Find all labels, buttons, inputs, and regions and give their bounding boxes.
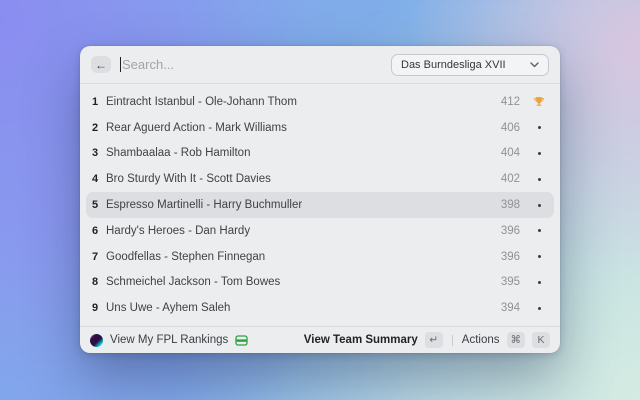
row-title: Shambaalaa - Rob Hamilton [106,147,501,159]
text-caret [120,57,121,72]
rankings-list: 1Eintracht Istanbul - Ole-Johann Thom412… [80,84,560,326]
search-input[interactable]: Search... [122,57,391,72]
row-rank: 5 [92,199,106,211]
row-points: 394 [501,302,520,314]
chevron-down-icon [530,62,539,68]
ranking-row[interactable]: 5Espresso Martinelli - Harry Buchmuller3… [86,192,554,218]
command-label: View My FPL Rankings [110,334,228,346]
row-points: 396 [501,251,520,263]
ranking-row[interactable]: 2Rear Aguerd Action - Mark Williams406 [86,115,554,141]
rankings-card-icon [235,335,248,346]
command-key-icon[interactable]: ⌘ [507,332,526,348]
back-button[interactable]: ← [91,56,111,73]
fpl-app-icon [90,334,103,347]
dot-icon [532,281,546,284]
footer-separator [452,335,453,346]
dot-icon [532,255,546,258]
ranking-row[interactable]: 8Schmeichel Jackson - Tom Bowes395 [86,269,554,295]
row-rank: 6 [92,225,106,237]
row-title: Bro Sturdy With It - Scott Davies [106,173,501,185]
ranking-row[interactable]: 9Uns Uwe - Ayhem Saleh394 [86,295,554,321]
actions-label[interactable]: Actions [462,334,500,346]
dot-icon [532,229,546,232]
back-arrow-icon: ← [95,59,107,71]
ranking-row[interactable]: 6Hardy's Heroes - Dan Hardy396 [86,218,554,244]
return-key-icon[interactable]: ↵ [425,332,443,348]
dot-icon [532,307,546,310]
row-title: Eintracht Istanbul - Ole-Johann Thom [106,96,501,108]
row-rank: 7 [92,251,106,263]
primary-action-label[interactable]: View Team Summary [304,334,418,346]
row-points: 396 [501,225,520,237]
dot-icon [532,152,546,155]
row-rank: 9 [92,302,106,314]
row-title: Rear Aguerd Action - Mark Williams [106,122,501,134]
row-points: 398 [501,199,520,211]
row-title: Goodfellas - Stephen Finnegan [106,251,501,263]
dot-icon [532,178,546,181]
league-dropdown[interactable]: Das Burndesliga XVII [391,54,549,76]
row-rank: 8 [92,276,106,288]
command-palette-window: ← Search... Das Burndesliga XVII 1Eintra… [80,46,560,353]
row-rank: 1 [92,96,106,108]
ranking-row[interactable]: 3Shambaalaa - Rob Hamilton404 [86,141,554,167]
row-rank: 3 [92,147,106,159]
row-title: Hardy's Heroes - Dan Hardy [106,225,501,237]
row-points: 395 [501,276,520,288]
row-points: 406 [501,122,520,134]
search-header: ← Search... Das Burndesliga XVII [80,46,560,83]
row-title: Schmeichel Jackson - Tom Bowes [106,276,501,288]
desktop-background: { "window": { "search": { "placeholder":… [0,0,640,400]
row-points: 404 [501,147,520,159]
row-rank: 2 [92,122,106,134]
row-points: 402 [501,173,520,185]
row-points: 412 [501,96,520,108]
row-rank: 4 [92,173,106,185]
league-dropdown-value: Das Burndesliga XVII [401,59,530,71]
footer-bar: View My FPL Rankings View Team Summary ↵… [80,326,560,353]
k-key-icon[interactable]: K [532,332,550,348]
row-title: Uns Uwe - Ayhem Saleh [106,302,501,314]
dot-icon [532,126,546,129]
row-title: Espresso Martinelli - Harry Buchmuller [106,199,501,211]
trophy-icon [532,96,546,108]
ranking-row[interactable]: 1Eintracht Istanbul - Ole-Johann Thom412 [86,89,554,115]
ranking-row[interactable]: 4Bro Sturdy With It - Scott Davies402 [86,166,554,192]
dot-icon [532,204,546,207]
ranking-row[interactable]: 7Goodfellas - Stephen Finnegan396 [86,244,554,270]
